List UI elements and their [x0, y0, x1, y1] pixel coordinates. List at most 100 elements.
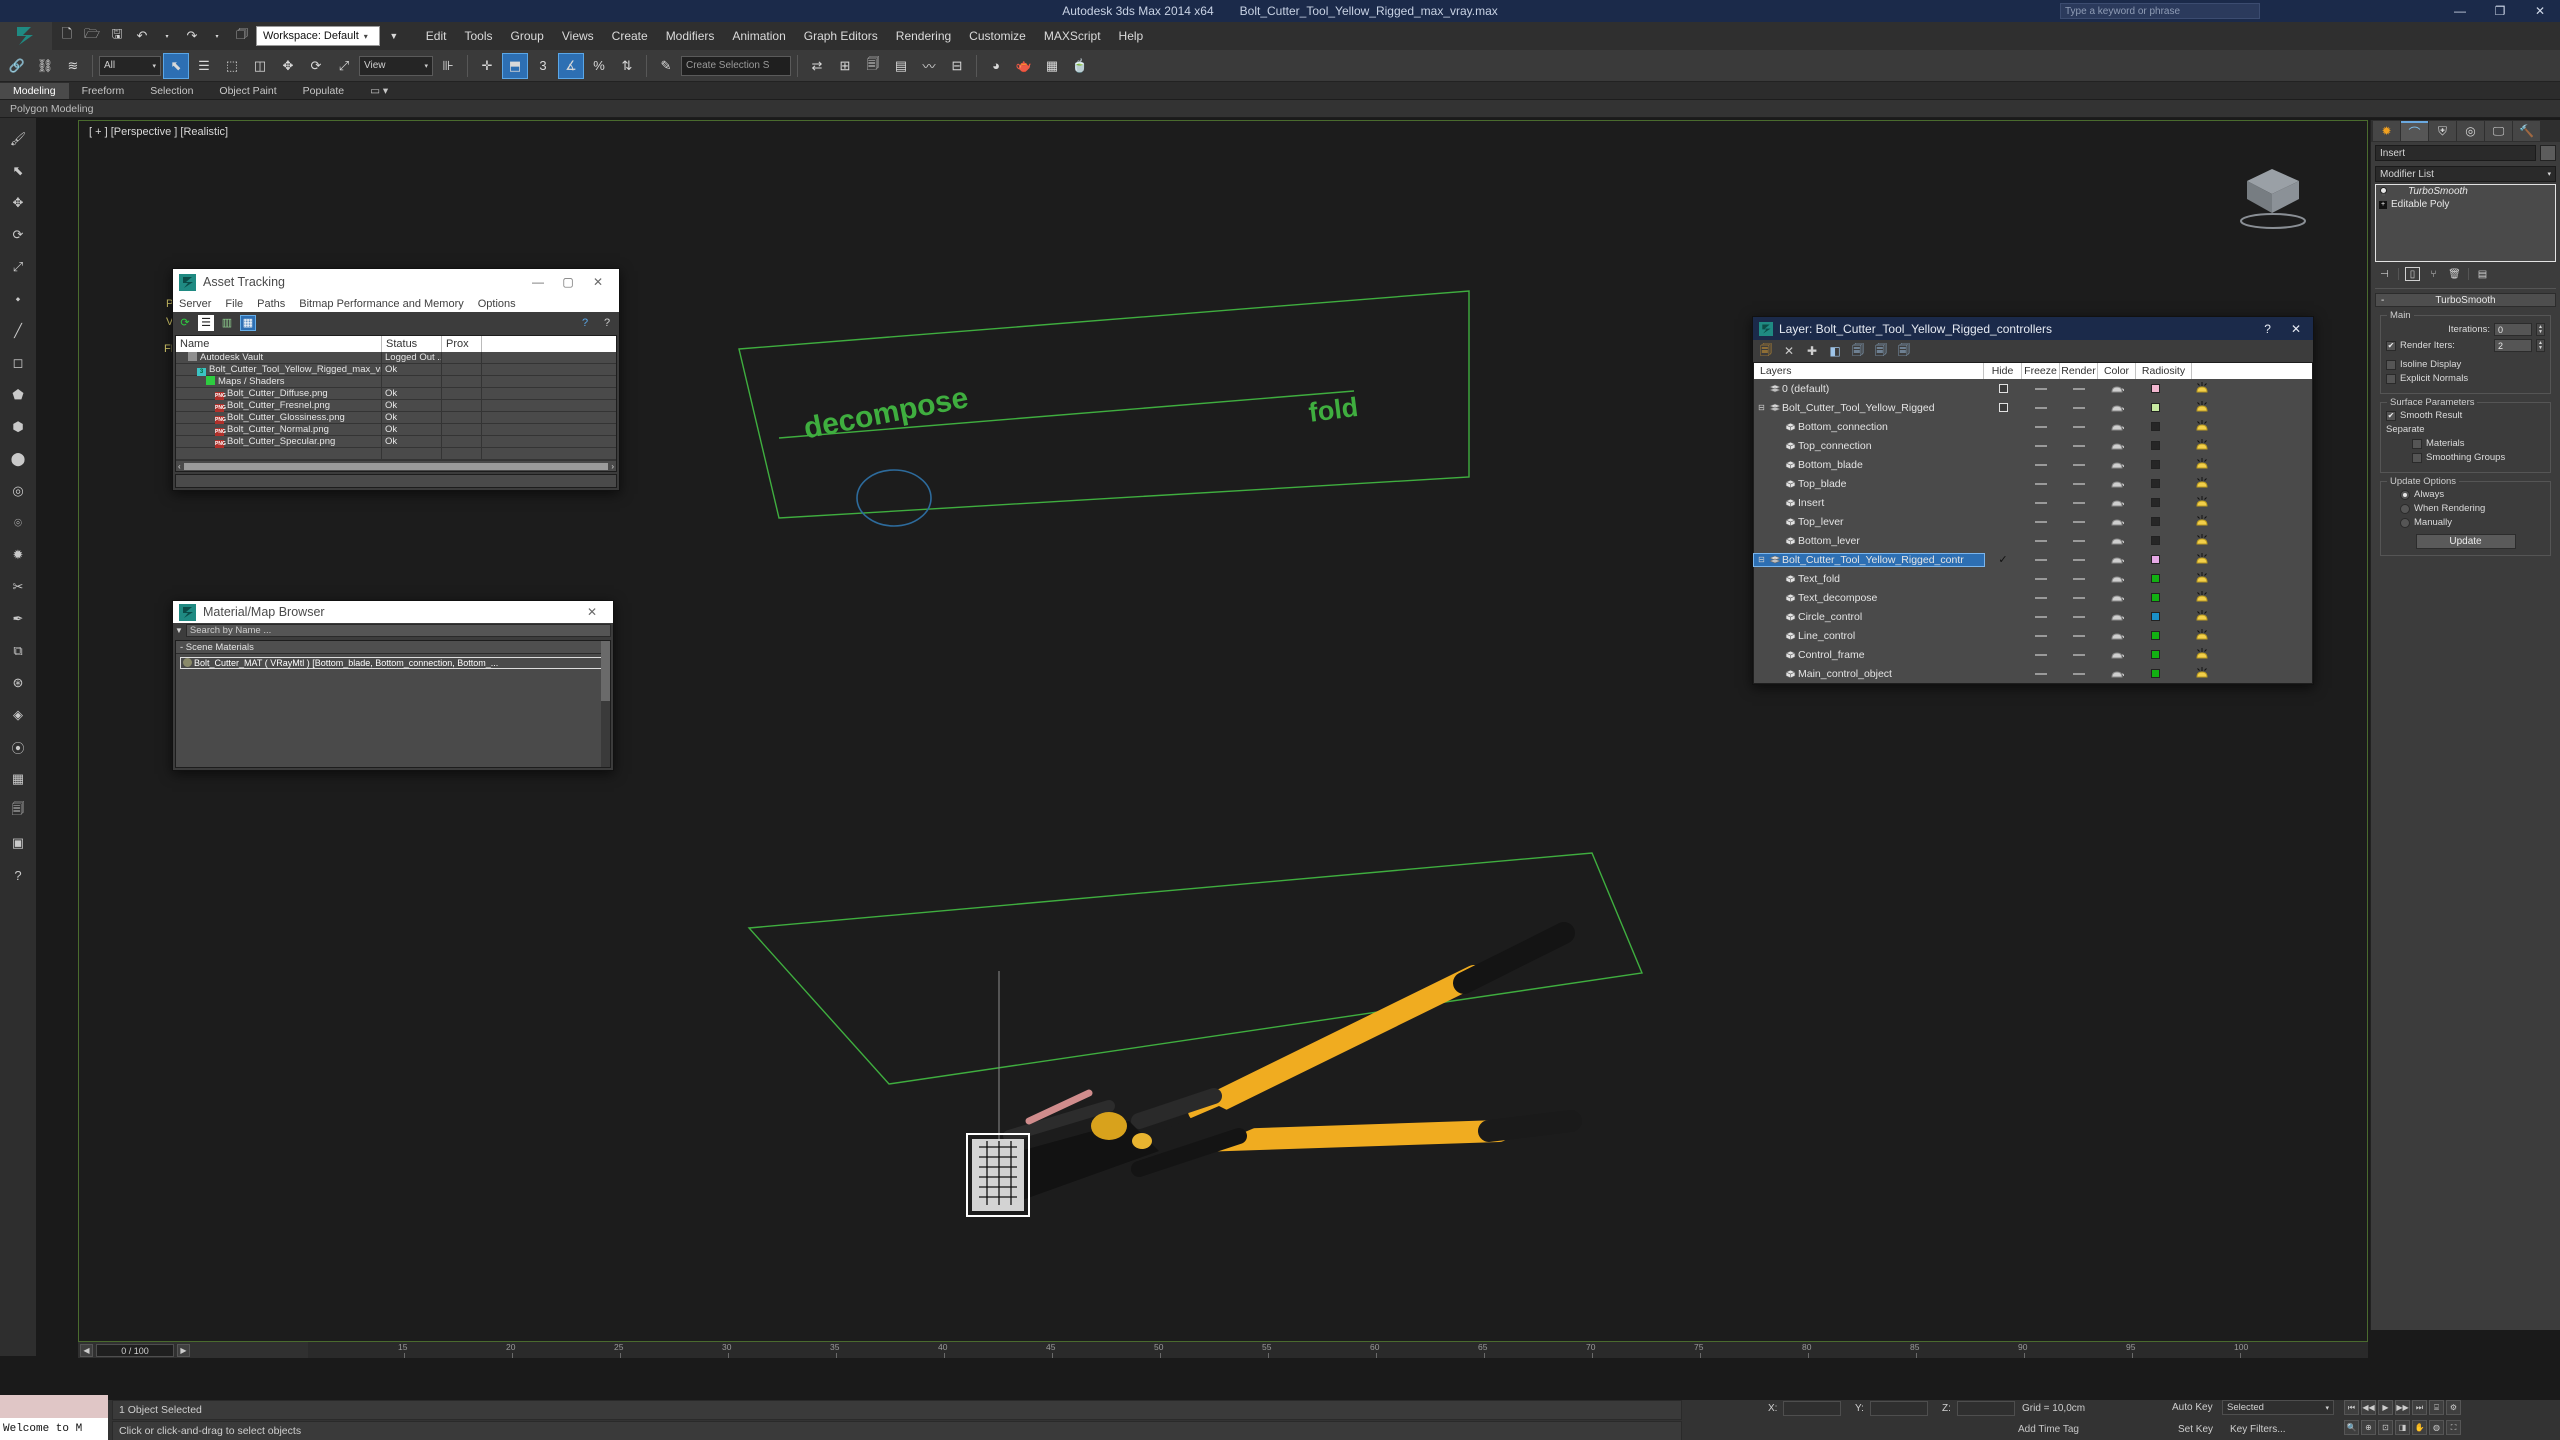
color-cell[interactable]	[2136, 384, 2174, 393]
add-layer-icon[interactable]: ✚	[1805, 344, 1819, 358]
color-cell[interactable]	[2136, 612, 2174, 621]
manually-radio[interactable]	[2400, 517, 2410, 528]
material-editor-icon[interactable]: ◕	[983, 53, 1009, 79]
make-unique-icon[interactable]: ⑂	[2426, 267, 2441, 281]
go-to-end-button[interactable]: ⏭	[2412, 1400, 2427, 1415]
view-cube-icon[interactable]	[2227, 151, 2317, 241]
render-cell[interactable]	[2098, 551, 2136, 569]
radiosity-cell[interactable]	[2174, 551, 2230, 569]
column-layers[interactable]: Layers	[1754, 363, 1984, 379]
redo-icon[interactable]: ↷	[181, 25, 203, 47]
render-cell[interactable]	[2098, 475, 2136, 493]
graphite-modeling-tools-icon[interactable]: ▤	[888, 53, 914, 79]
layer-name-cell[interactable]: ⊟ Bolt_Cutter_Tool_Yellow_Rigged_contr	[1753, 552, 1985, 567]
color-swatch[interactable]	[2150, 612, 2160, 621]
hide-cell[interactable]	[1984, 403, 2022, 412]
display-tab[interactable]: 🖵	[2485, 121, 2512, 141]
layer-row[interactable]: Control_frame	[1754, 645, 2312, 664]
keyword-search-input[interactable]: Type a keyword or phrase	[2060, 3, 2260, 19]
layer-name-cell[interactable]: Circle_control	[1754, 611, 1984, 623]
layer-name-cell[interactable]: Main_control_object	[1754, 668, 1984, 680]
layer-name-cell[interactable]: Text_fold	[1754, 573, 1984, 585]
select-highlighted-objects-icon[interactable]: 🗐	[1851, 343, 1865, 358]
color-cell[interactable]	[2136, 422, 2174, 431]
search-input[interactable]: Search by Name ...	[185, 624, 611, 637]
scrollbar-thumb[interactable]	[601, 641, 610, 701]
grid-view-icon[interactable]: ▦	[240, 314, 256, 331]
when-rendering-radio[interactable]	[2400, 503, 2410, 514]
max-application-logo-icon[interactable]	[0, 22, 52, 50]
tool-bridge-icon[interactable]: ⧉	[5, 638, 31, 664]
lightbulb-icon[interactable]	[2379, 187, 2388, 196]
ribbon-tab-freeform[interactable]: Freeform	[69, 83, 138, 99]
column-color[interactable]: Color	[2098, 363, 2136, 379]
layer-list[interactable]: Layers Hide Freeze Render Color Radiosit…	[1753, 362, 2313, 684]
color-cell[interactable]	[2136, 517, 2174, 526]
update-button[interactable]: Update	[2415, 534, 2516, 549]
color-swatch[interactable]	[2150, 384, 2160, 393]
render-cell[interactable]	[2098, 494, 2136, 512]
freeze-cell[interactable]	[2022, 558, 2060, 561]
motion-tab[interactable]: ◎	[2457, 121, 2484, 141]
menu-create[interactable]: Create	[603, 26, 657, 46]
select-object-icon[interactable]: ⬉	[163, 52, 189, 79]
menu-customize[interactable]: Customize	[960, 26, 1035, 46]
hide-cell[interactable]	[1984, 384, 2022, 393]
tool-element-icon[interactable]: ⬢	[5, 414, 31, 440]
tool-scale-icon[interactable]: ⤢	[5, 254, 31, 280]
radiosity-icon[interactable]	[2195, 456, 2209, 474]
color-swatch[interactable]	[2150, 517, 2160, 526]
render-dash-cell[interactable]	[2060, 406, 2098, 409]
render-dash-cell[interactable]	[2060, 634, 2098, 637]
render-cell[interactable]	[2098, 513, 2136, 531]
color-swatch[interactable]	[2150, 498, 2160, 507]
radiosity-icon[interactable]	[2195, 437, 2209, 455]
smoothing-groups-checkbox[interactable]	[2412, 452, 2422, 463]
menu-group[interactable]: Group	[502, 26, 553, 46]
radiosity-cell[interactable]	[2174, 532, 2230, 550]
color-swatch[interactable]	[2150, 536, 2160, 545]
redo-dropdown-icon[interactable]: ▾	[206, 25, 228, 47]
context-help-icon[interactable]: ?	[599, 315, 615, 331]
color-swatch[interactable]	[2150, 593, 2160, 602]
time-configuration-button[interactable]: ⚙	[2446, 1400, 2461, 1415]
asset-tracking-minimize-button[interactable]: —	[523, 269, 553, 295]
bind-to-space-warp-icon[interactable]: ≋	[60, 53, 86, 79]
maximize-button[interactable]: ❐	[2480, 0, 2520, 22]
tool-pen-icon[interactable]: ✒	[5, 606, 31, 632]
layer-row[interactable]: Bottom_lever	[1754, 531, 2312, 550]
menu-edit[interactable]: Edit	[417, 26, 456, 46]
modify-tab[interactable]: ⌒	[2401, 121, 2428, 141]
help-icon[interactable]: ?	[577, 315, 593, 331]
color-swatch[interactable]	[2150, 460, 2160, 469]
always-radio[interactable]	[2400, 489, 2410, 500]
layer-name-cell[interactable]: Bottom_lever	[1754, 535, 1984, 547]
freeze-cell[interactable]	[2022, 406, 2060, 409]
freeze-cell[interactable]	[2022, 501, 2060, 504]
table-row[interactable]: Maps / Shaders	[176, 375, 616, 388]
radiosity-icon[interactable]	[2195, 570, 2209, 588]
spinner-snap-toggle-icon[interactable]: ⇅	[614, 53, 640, 79]
column-prox[interactable]: Prox	[442, 336, 482, 352]
teapot-icon[interactable]	[2110, 475, 2125, 493]
close-button[interactable]: ✕	[2520, 0, 2560, 22]
key-mode-toggle-button[interactable]: ⌸	[2429, 1400, 2444, 1415]
update-option-when-rendering[interactable]: When Rendering	[2386, 503, 2545, 514]
menu-maxscript[interactable]: MAXScript	[1035, 26, 1110, 46]
radiosity-cell[interactable]	[2174, 380, 2230, 398]
render-dash-cell[interactable]	[2060, 425, 2098, 428]
workspace-selector[interactable]: Workspace: Default ▾	[256, 26, 380, 46]
menu-help[interactable]: Help	[1110, 26, 1153, 46]
column-hide[interactable]: Hide	[1984, 363, 2022, 379]
asset-tracking-dialog[interactable]: Asset Tracking — ▢ ✕ Server File Paths Bitm…	[172, 268, 620, 491]
utilities-tab[interactable]: 🔨	[2513, 121, 2540, 141]
ribbon-overflow-icon[interactable]: ▭ ▾	[357, 83, 401, 99]
unlink-selection-icon[interactable]: ⛓	[32, 53, 58, 79]
layer-name-cell[interactable]: Control_frame	[1754, 649, 1984, 661]
menu-graph-editors[interactable]: Graph Editors	[795, 26, 887, 46]
expand-toggle-icon[interactable]: ⊟	[1756, 555, 1767, 564]
tool-swift-loop-icon[interactable]: ⌾	[5, 510, 31, 536]
zoom-icon[interactable]: 🔍	[2344, 1420, 2359, 1435]
tool-box-icon[interactable]: ▣	[5, 830, 31, 856]
radiosity-cell[interactable]	[2174, 456, 2230, 474]
